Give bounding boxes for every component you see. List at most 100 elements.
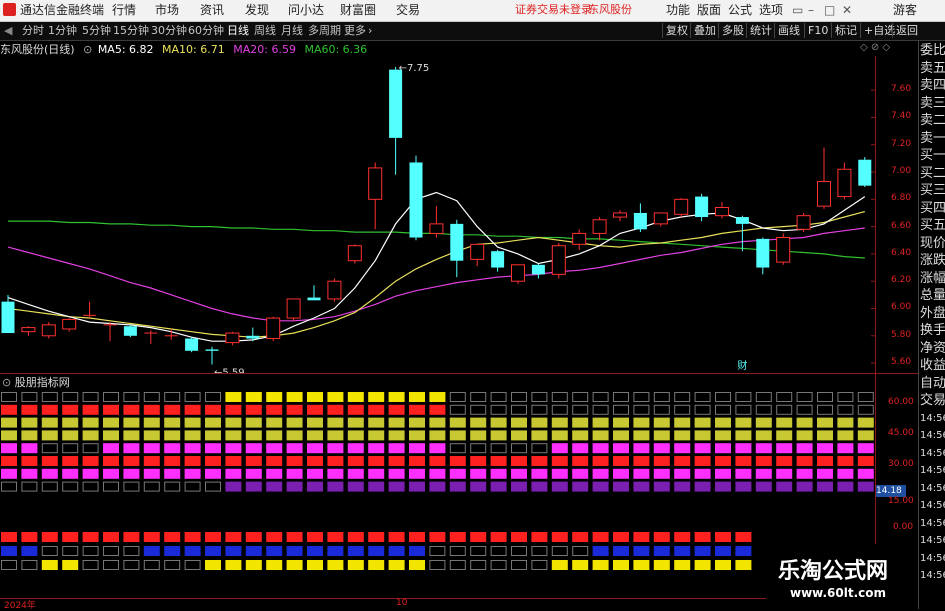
tab-1min[interactable]: 1分钟 [48,23,77,38]
lower-cell-filled [633,532,650,542]
indicator-cell-empty [551,392,568,402]
menu-hangqing[interactable]: 行情 [112,2,136,18]
watermark-title: 乐淘公式网 [778,559,889,584]
indicator-cell-filled [817,443,833,454]
login-notice[interactable]: 证券交易未登录 [515,2,592,18]
restore-icon[interactable]: – [808,2,814,18]
indicator-cell-empty [41,481,58,492]
tab-rixian[interactable]: 日线 [227,23,249,38]
indicator-cell-empty [837,404,854,415]
indicator-cell-filled [857,481,874,492]
side-label: 涨跌 [920,253,945,268]
f10-button[interactable]: F10 [804,23,828,38]
diejia-button[interactable]: 叠加 [690,23,716,38]
chart-controls-icon[interactable]: ◇ ⊘ ◇ [860,42,890,53]
menu-jiaoyi[interactable]: 交易 [396,2,420,18]
menu-xuanxiang[interactable]: 选项 [759,2,783,18]
tongji-button[interactable]: 统计 [746,23,772,38]
indicator-cell-filled [388,456,405,466]
indicator-cell-filled [286,468,303,479]
indicator-cell-filled [674,430,691,441]
indicator-cell-filled [429,456,446,466]
side-label: 卖三 [920,95,945,111]
indicator-cell-filled [368,417,385,428]
chevron-right-icon[interactable]: › [368,23,372,38]
indicator-cell-filled [592,481,609,492]
indicator-cell-filled [123,404,140,415]
side-label: 买五 [920,218,945,233]
huaxian-button[interactable]: 画线 [774,23,800,38]
back-button[interactable]: 返回 [892,23,918,38]
indicator-cell-filled [245,468,262,479]
price-tick-label: 6.40 [891,247,912,258]
add-watchlist-button[interactable]: +自选 [860,23,895,38]
biaoji-button[interactable]: 标记 [831,23,857,38]
indicator-cell-empty [715,404,731,415]
indicator-cell-filled [511,430,527,441]
maximize-icon[interactable]: □ [824,2,835,18]
tab-5min[interactable]: 5分钟 [82,23,111,38]
candle-body-up [347,245,362,262]
menu-wenxiaoda[interactable]: 问小达 [288,2,324,18]
app-title: 通达信金融终端 [20,3,105,17]
indicator-cell-filled [633,417,650,428]
duogu-button[interactable]: 多股 [718,23,744,38]
menu-caifuquan[interactable]: 财富圈 [340,2,376,18]
settings-dropdown-icon[interactable]: ⊙ [83,43,92,56]
menu-zixun[interactable]: 资讯 [200,2,224,18]
indicator-cell-filled [409,404,425,415]
indicator-cell-filled [62,468,79,479]
indicator-cell-empty [490,404,507,415]
user-guest[interactable]: 游客 [893,2,917,18]
tab-duozhouqi[interactable]: 多周期 [308,23,341,38]
candle-body-up [62,318,77,330]
candle-body-down [307,297,321,301]
indicator-cell-filled [245,456,262,466]
menu-banmian[interactable]: 版面 [697,2,721,18]
lower-cell-empty [511,560,527,570]
indicator-cell-filled [857,456,874,466]
candle-body-up [511,264,525,282]
lower-cell-filled [286,546,303,556]
candle-body-down [450,223,464,261]
menu-bar: 通达信金融终端 行情 市场 资讯 发现 问小达 财富圈 交易 证券交易未登录 东… [0,0,945,22]
tab-more[interactable]: 更多 [344,23,366,38]
candle-body-down [389,69,403,138]
lower-cell-filled [347,560,364,570]
indicator-cell-filled [41,404,58,415]
indicator-cell-filled [551,417,568,428]
indicator-cell-empty [41,392,58,402]
ma-legend: 东风股份(日线) ⊙ MA5: 6.82 MA10: 6.71 MA20: 6.… [0,41,372,56]
tab-zhouxian[interactable]: 周线 [254,23,276,38]
tab-60min[interactable]: 60分钟 [188,23,224,38]
menu-gongneng[interactable]: 功能 [666,2,690,18]
sidebar-toggle-icon[interactable]: ◀ [4,23,12,38]
indicator-cell-empty [103,481,119,492]
tab-yuexian[interactable]: 月线 [281,23,303,38]
indicator-cell-filled [103,468,119,479]
side-label: 外盘 [920,305,945,321]
side-label: 买一 [920,148,945,163]
indicator-cell-empty [694,404,711,415]
fuquan-button[interactable]: 复权 [662,23,688,38]
ma10-label: MA10: 6.71 [162,43,225,56]
tab-fenshi[interactable]: 分时 [22,23,44,38]
indicator-cell-filled [205,417,221,428]
menu-gongshi[interactable]: 公式 [728,2,752,18]
indicator-cell-filled [715,417,731,428]
indicator-cell-filled [409,443,425,454]
indicator-cell-empty [531,443,548,454]
indicator-cell-filled [755,430,772,441]
tab-30min[interactable]: 30分钟 [151,23,187,38]
panel-divider [0,373,918,374]
indicator-cell-empty [490,392,507,402]
tab-15min[interactable]: 15分钟 [113,23,149,38]
menu-shichang[interactable]: 市场 [155,2,179,18]
header-stock-name: 东风股份 [588,3,632,16]
menu-faxian[interactable]: 发现 [245,2,269,18]
side-label: 自动 [920,375,945,391]
minimize-icon[interactable]: ▭ [792,2,803,18]
indicator-cell-empty [62,443,79,454]
close-icon[interactable]: ✕ [842,2,852,18]
indicator-cell-filled [633,430,650,441]
